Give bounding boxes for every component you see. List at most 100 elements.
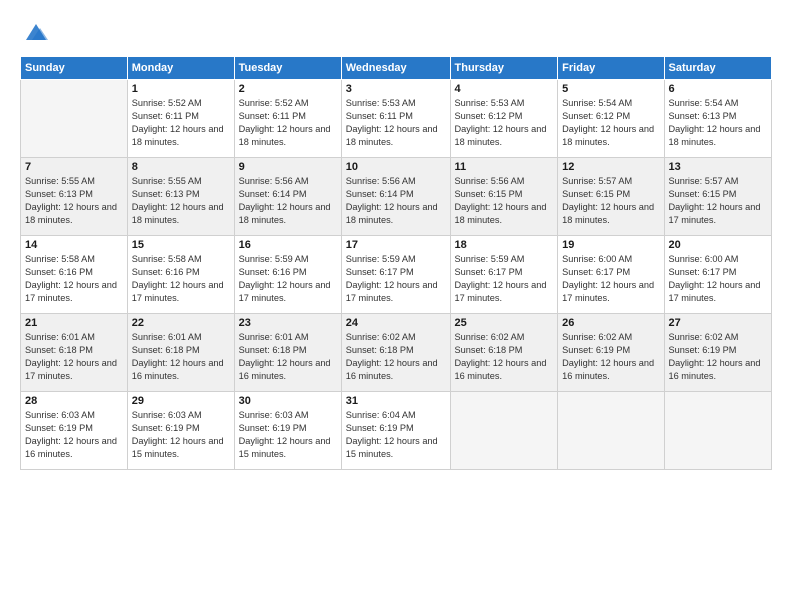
calendar-cell: 18 Sunrise: 5:59 AMSunset: 6:17 PMDayligh… — [450, 236, 558, 314]
calendar-week-row: 7 Sunrise: 5:55 AMSunset: 6:13 PMDaylight… — [21, 158, 772, 236]
day-number: 13 — [669, 161, 768, 173]
header — [20, 18, 772, 46]
day-info: Sunrise: 6:02 AMSunset: 6:18 PMDaylight:… — [455, 331, 554, 383]
day-info: Sunrise: 5:57 AMSunset: 6:15 PMDaylight:… — [669, 175, 768, 227]
calendar-week-row: 21 Sunrise: 6:01 AMSunset: 6:18 PMDayligh… — [21, 314, 772, 392]
day-info: Sunrise: 6:03 AMSunset: 6:19 PMDaylight:… — [132, 409, 230, 461]
calendar-cell: 19 Sunrise: 6:00 AMSunset: 6:17 PMDayligh… — [558, 236, 664, 314]
day-info: Sunrise: 5:58 AMSunset: 6:16 PMDaylight:… — [132, 253, 230, 305]
day-info: Sunrise: 6:00 AMSunset: 6:17 PMDaylight:… — [669, 253, 768, 305]
day-info: Sunrise: 6:02 AMSunset: 6:18 PMDaylight:… — [346, 331, 446, 383]
calendar-cell: 17Sunrise: 5:59 AMSunset: 6:17 PMDayligh… — [341, 236, 450, 314]
day-info: Sunrise: 5:52 AMSunset: 6:11 PMDaylight:… — [239, 97, 337, 149]
calendar-header-thursday: Thursday — [450, 57, 558, 80]
day-number: 21 — [25, 317, 123, 329]
calendar-header-saturday: Saturday — [664, 57, 772, 80]
calendar-week-row: 28 Sunrise: 6:03 AMSunset: 6:19 PMDayligh… — [21, 392, 772, 470]
calendar-cell — [450, 392, 558, 470]
calendar-cell: 16 Sunrise: 5:59 AMSunset: 6:16 PMDayligh… — [234, 236, 341, 314]
day-info: Sunrise: 6:03 AMSunset: 6:19 PMDaylight:… — [239, 409, 337, 461]
calendar-table: SundayMondayTuesdayWednesdayThursdayFrid… — [20, 56, 772, 470]
day-number: 8 — [132, 161, 230, 173]
calendar-cell: 22 Sunrise: 6:01 AMSunset: 6:18 PMDayligh… — [127, 314, 234, 392]
day-info: Sunrise: 5:56 AMSunset: 6:15 PMDaylight:… — [455, 175, 554, 227]
day-number: 7 — [25, 161, 123, 173]
calendar-header-sunday: Sunday — [21, 57, 128, 80]
calendar-cell: 3Sunrise: 5:53 AMSunset: 6:11 PMDaylight… — [341, 80, 450, 158]
day-info: Sunrise: 5:59 AMSunset: 6:17 PMDaylight:… — [455, 253, 554, 305]
calendar-cell: 5Sunrise: 5:54 AMSunset: 6:12 PMDaylight… — [558, 80, 664, 158]
calendar-cell: 4Sunrise: 5:53 AMSunset: 6:12 PMDaylight… — [450, 80, 558, 158]
calendar-week-row: 14Sunrise: 5:58 AMSunset: 6:16 PMDayligh… — [21, 236, 772, 314]
day-number: 25 — [455, 317, 554, 329]
day-number: 1 — [132, 83, 230, 95]
day-number: 31 — [346, 395, 446, 407]
calendar-cell: 29 Sunrise: 6:03 AMSunset: 6:19 PMDayligh… — [127, 392, 234, 470]
calendar-cell: 12Sunrise: 5:57 AMSunset: 6:15 PMDayligh… — [558, 158, 664, 236]
calendar-cell: 15Sunrise: 5:58 AMSunset: 6:16 PMDayligh… — [127, 236, 234, 314]
day-number: 19 — [562, 239, 659, 251]
day-number: 24 — [346, 317, 446, 329]
day-number: 28 — [25, 395, 123, 407]
calendar-cell: 13 Sunrise: 5:57 AMSunset: 6:15 PMDayligh… — [664, 158, 772, 236]
day-info: Sunrise: 6:01 AMSunset: 6:18 PMDaylight:… — [25, 331, 123, 383]
calendar-cell: 25 Sunrise: 6:02 AMSunset: 6:18 PMDayligh… — [450, 314, 558, 392]
day-number: 23 — [239, 317, 337, 329]
day-number: 18 — [455, 239, 554, 251]
day-number: 26 — [562, 317, 659, 329]
day-info: Sunrise: 5:59 AMSunset: 6:16 PMDaylight:… — [239, 253, 337, 305]
day-info: Sunrise: 6:00 AMSunset: 6:17 PMDaylight:… — [562, 253, 659, 305]
day-number: 9 — [239, 161, 337, 173]
calendar-cell: 26 Sunrise: 6:02 AMSunset: 6:19 PMDayligh… — [558, 314, 664, 392]
day-info: Sunrise: 5:54 AMSunset: 6:13 PMDaylight:… — [669, 97, 768, 149]
day-info: Sunrise: 6:02 AMSunset: 6:19 PMDaylight:… — [562, 331, 659, 383]
calendar-week-row: 1 Sunrise: 5:52 AMSunset: 6:11 PMDaylight… — [21, 80, 772, 158]
logo-icon — [22, 18, 50, 46]
day-info: Sunrise: 5:57 AMSunset: 6:15 PMDaylight:… — [562, 175, 659, 227]
day-number: 11 — [455, 161, 554, 173]
day-number: 30 — [239, 395, 337, 407]
day-info: Sunrise: 6:01 AMSunset: 6:18 PMDaylight:… — [239, 331, 337, 383]
calendar-cell: 23 Sunrise: 6:01 AMSunset: 6:18 PMDayligh… — [234, 314, 341, 392]
day-number: 27 — [669, 317, 768, 329]
calendar-header-row: SundayMondayTuesdayWednesdayThursdayFrid… — [21, 57, 772, 80]
calendar-cell: 27 Sunrise: 6:02 AMSunset: 6:19 PMDayligh… — [664, 314, 772, 392]
calendar-cell: 1 Sunrise: 5:52 AMSunset: 6:11 PMDaylight… — [127, 80, 234, 158]
calendar-cell: 20 Sunrise: 6:00 AMSunset: 6:17 PMDayligh… — [664, 236, 772, 314]
day-number: 2 — [239, 83, 337, 95]
day-number: 17 — [346, 239, 446, 251]
calendar-cell: 2 Sunrise: 5:52 AMSunset: 6:11 PMDaylight… — [234, 80, 341, 158]
calendar-cell: 7 Sunrise: 5:55 AMSunset: 6:13 PMDaylight… — [21, 158, 128, 236]
day-info: Sunrise: 5:58 AMSunset: 6:16 PMDaylight:… — [25, 253, 123, 305]
calendar-header-wednesday: Wednesday — [341, 57, 450, 80]
calendar-cell: 24 Sunrise: 6:02 AMSunset: 6:18 PMDayligh… — [341, 314, 450, 392]
day-info: Sunrise: 6:02 AMSunset: 6:19 PMDaylight:… — [669, 331, 768, 383]
calendar-cell: 9Sunrise: 5:56 AMSunset: 6:14 PMDaylight… — [234, 158, 341, 236]
calendar-cell: 11 Sunrise: 5:56 AMSunset: 6:15 PMDayligh… — [450, 158, 558, 236]
day-info: Sunrise: 6:04 AMSunset: 6:19 PMDaylight:… — [346, 409, 446, 461]
calendar-cell: 28 Sunrise: 6:03 AMSunset: 6:19 PMDayligh… — [21, 392, 128, 470]
day-info: Sunrise: 5:55 AMSunset: 6:13 PMDaylight:… — [25, 175, 123, 227]
calendar-cell: 6 Sunrise: 5:54 AMSunset: 6:13 PMDaylight… — [664, 80, 772, 158]
calendar-cell: 14Sunrise: 5:58 AMSunset: 6:16 PMDayligh… — [21, 236, 128, 314]
calendar-cell: 8Sunrise: 5:55 AMSunset: 6:13 PMDaylight… — [127, 158, 234, 236]
day-number: 20 — [669, 239, 768, 251]
day-info: Sunrise: 5:53 AMSunset: 6:11 PMDaylight:… — [346, 97, 446, 149]
day-number: 10 — [346, 161, 446, 173]
calendar-cell — [21, 80, 128, 158]
calendar-cell: 10Sunrise: 5:56 AMSunset: 6:14 PMDayligh… — [341, 158, 450, 236]
day-info: Sunrise: 6:03 AMSunset: 6:19 PMDaylight:… — [25, 409, 123, 461]
calendar-cell — [664, 392, 772, 470]
calendar-header-monday: Monday — [127, 57, 234, 80]
day-number: 6 — [669, 83, 768, 95]
calendar-header-tuesday: Tuesday — [234, 57, 341, 80]
day-info: Sunrise: 6:01 AMSunset: 6:18 PMDaylight:… — [132, 331, 230, 383]
day-number: 29 — [132, 395, 230, 407]
day-info: Sunrise: 5:53 AMSunset: 6:12 PMDaylight:… — [455, 97, 554, 149]
day-number: 16 — [239, 239, 337, 251]
day-info: Sunrise: 5:54 AMSunset: 6:12 PMDaylight:… — [562, 97, 659, 149]
day-info: Sunrise: 5:52 AMSunset: 6:11 PMDaylight:… — [132, 97, 230, 149]
calendar-cell: 21 Sunrise: 6:01 AMSunset: 6:18 PMDayligh… — [21, 314, 128, 392]
day-number: 22 — [132, 317, 230, 329]
calendar-cell: 31 Sunrise: 6:04 AMSunset: 6:19 PMDayligh… — [341, 392, 450, 470]
